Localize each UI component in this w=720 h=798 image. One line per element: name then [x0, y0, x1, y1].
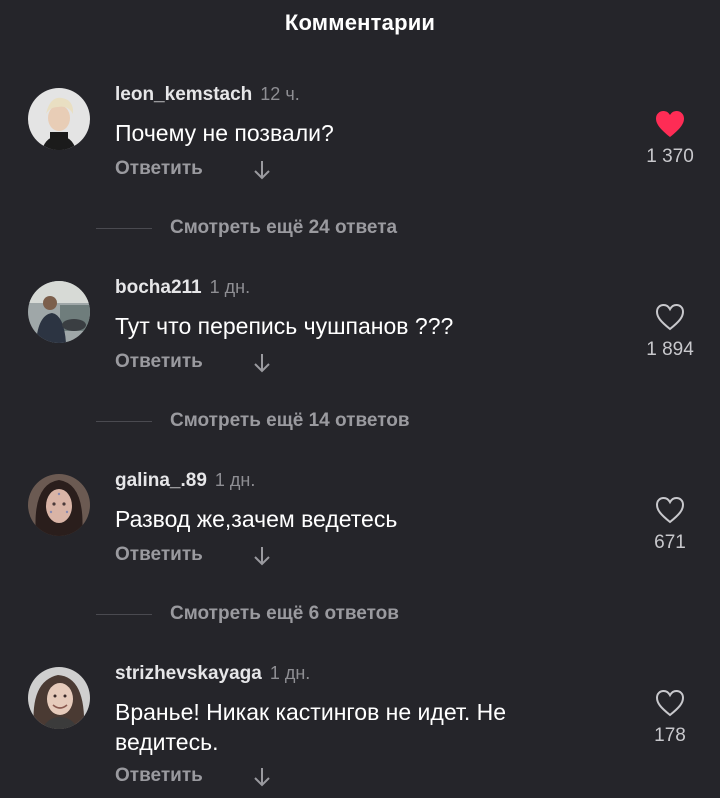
- like-count: 1 894: [646, 339, 694, 360]
- comment-username[interactable]: galina_.89: [115, 470, 207, 491]
- comment-username[interactable]: strizhevskayaga: [115, 663, 262, 684]
- divider: [96, 613, 152, 615]
- comment-time: 1 дн.: [269, 663, 311, 683]
- view-more-replies-label: Смотреть ещё 6 ответов: [170, 603, 399, 624]
- view-more-replies-label: Смотреть ещё 14 ответов: [170, 410, 410, 431]
- heart-filled-icon: [656, 111, 684, 137]
- comment-time: 1 дн.: [214, 470, 256, 490]
- like-count: 671: [654, 532, 686, 553]
- expand-arrow-icon[interactable]: [252, 352, 272, 374]
- view-more-replies[interactable]: Смотреть ещё 6 ответов: [96, 600, 399, 628]
- avatar[interactable]: [28, 474, 90, 536]
- heart-outline-icon: [655, 303, 685, 331]
- like-button[interactable]: [650, 302, 690, 332]
- expand-arrow-icon[interactable]: [252, 766, 272, 788]
- comment-text: Вранье! Никак кастингов не идет. Не веди…: [115, 699, 507, 755]
- avatar[interactable]: [28, 88, 90, 150]
- comment-username[interactable]: leon_kemstach: [115, 84, 252, 105]
- reply-button[interactable]: Ответить: [115, 351, 203, 373]
- expand-arrow-icon[interactable]: [252, 159, 272, 181]
- comment-text: Развод же,зачем ведетесь: [115, 506, 398, 532]
- reply-button[interactable]: Ответить: [115, 158, 203, 180]
- like-count: 1 370: [646, 146, 694, 167]
- heart-outline-icon: [655, 496, 685, 524]
- comment-username[interactable]: bocha211: [115, 277, 202, 298]
- page-title: Комментарии: [284, 10, 436, 35]
- reply-button[interactable]: Ответить: [115, 544, 203, 566]
- comment-text: Тут что перепись чушпанов ???: [115, 313, 454, 339]
- like-button[interactable]: [650, 688, 690, 718]
- like-button[interactable]: [650, 109, 690, 139]
- comment-time: 12 ч.: [260, 84, 300, 104]
- reply-button[interactable]: Ответить: [115, 765, 203, 787]
- comment-text: Почему не позвали?: [115, 120, 334, 146]
- like-button[interactable]: [650, 495, 690, 525]
- like-count: 178: [654, 725, 686, 746]
- expand-arrow-icon[interactable]: [252, 545, 272, 567]
- divider: [96, 227, 152, 229]
- view-more-replies-label: Смотреть ещё 24 ответа: [170, 217, 398, 238]
- divider: [96, 420, 152, 422]
- view-more-replies[interactable]: Смотреть ещё 14 ответов: [96, 407, 410, 435]
- heart-outline-icon: [655, 689, 685, 717]
- view-more-replies[interactable]: Смотреть ещё 24 ответа: [96, 214, 397, 242]
- avatar[interactable]: [28, 281, 90, 343]
- avatar[interactable]: [28, 667, 90, 729]
- comment-time: 1 дн.: [209, 277, 251, 297]
